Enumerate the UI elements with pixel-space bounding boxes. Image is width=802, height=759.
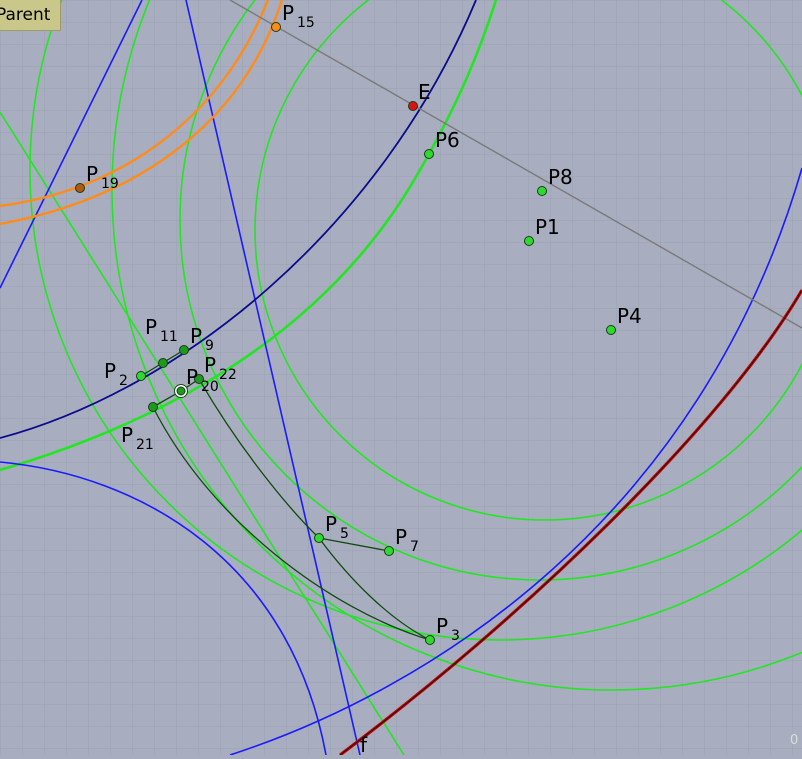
point-label: P xyxy=(282,1,294,25)
point-label-subscript: 11 xyxy=(160,329,178,345)
parent-button-label: Parent xyxy=(0,5,51,25)
point-label-subscript: 19 xyxy=(101,176,119,192)
geometry-canvas[interactable]: E P6 P8 P1 P4 P 15 P 19 P 11 P 9 P 2 P 22 P 20 P 21 P 5 P 7 P 3 f … xyxy=(0,0,802,757)
point-marker[interactable] xyxy=(176,386,186,396)
point-label: P xyxy=(186,365,198,389)
point-label: P xyxy=(190,324,202,348)
point-label-subscript: 2 xyxy=(119,373,128,389)
point-label: P xyxy=(204,353,216,377)
point-label: P1 xyxy=(535,215,560,239)
point-label-subscript: 5 xyxy=(340,526,349,542)
point-marker[interactable] xyxy=(271,22,281,32)
point-label: E xyxy=(418,80,431,104)
point-marker[interactable] xyxy=(75,183,85,193)
point-label: P xyxy=(104,359,116,383)
point-marker[interactable] xyxy=(314,533,324,543)
point-label: P4 xyxy=(617,304,642,328)
point-label: P8 xyxy=(548,165,573,189)
point-marker[interactable] xyxy=(606,325,616,335)
point-label: P xyxy=(121,423,133,447)
point-label-subscript: 15 xyxy=(297,15,315,31)
curve-label-f: f xyxy=(360,733,368,755)
point-label: P xyxy=(395,525,407,549)
point-marker[interactable] xyxy=(408,101,418,111)
point-label: P xyxy=(145,315,157,339)
point-label: P xyxy=(325,512,337,536)
point-marker[interactable] xyxy=(136,371,146,381)
point-label-subscript: 22 xyxy=(219,367,237,383)
point-marker[interactable] xyxy=(537,186,547,196)
point-label-subscript: 21 xyxy=(136,437,154,453)
point-marker[interactable] xyxy=(424,149,434,159)
point-marker[interactable] xyxy=(158,358,168,368)
parent-button[interactable]: Parent xyxy=(0,0,62,31)
point-label: P xyxy=(86,162,98,186)
point-label-subscript: 9 xyxy=(205,338,214,354)
point-label-subscript: 7 xyxy=(410,539,419,555)
point-marker[interactable] xyxy=(179,345,189,355)
corner-label: 0 xyxy=(790,733,798,748)
point-label: P6 xyxy=(435,128,460,152)
point-label-subscript: 20 xyxy=(201,379,219,395)
point-marker[interactable] xyxy=(524,236,534,246)
point-marker[interactable] xyxy=(384,546,394,556)
point-label: P xyxy=(436,614,448,638)
point-label-subscript: 3 xyxy=(451,628,460,644)
point-marker[interactable] xyxy=(148,402,158,412)
point-marker[interactable] xyxy=(425,635,435,645)
